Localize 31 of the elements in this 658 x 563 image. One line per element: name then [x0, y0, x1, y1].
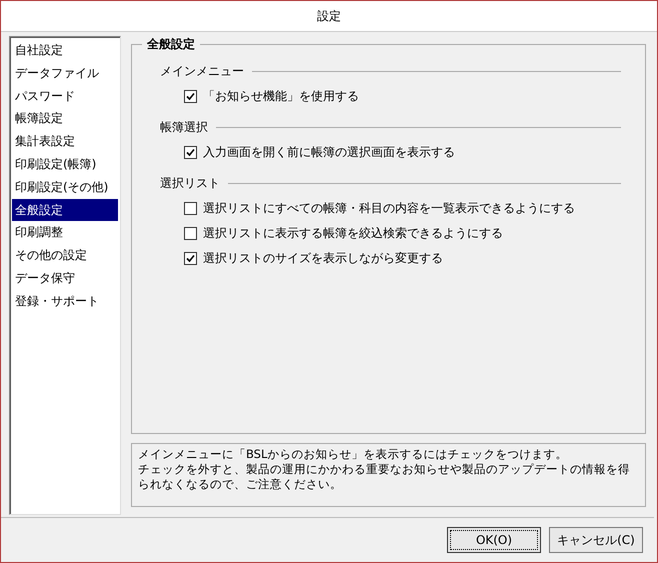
- sidebar-item[interactable]: 登録・サポート: [12, 290, 118, 313]
- dialog-button[interactable]: OK(O): [447, 527, 541, 553]
- sidebar-item[interactable]: 自社設定: [12, 39, 118, 62]
- help-text: メインメニューに「BSLからのお知らせ」を表示するにはチェックをつけます。: [138, 447, 568, 462]
- sidebar-item[interactable]: 印刷設定(帳簿): [12, 152, 118, 176]
- checkbox-label: 「お知らせ機能」を使用する: [203, 88, 359, 105]
- sidebar-item[interactable]: 帳簿設定: [12, 107, 118, 130]
- checkbox-label: 選択リストに表示する帳簿を絞込検索できるようにする: [203, 225, 503, 242]
- checkbox[interactable]: [184, 146, 197, 159]
- sidebar-item[interactable]: 印刷設定(その他): [12, 176, 118, 199]
- checkbox-label: 選択リストのサイズを表示しながら変更する: [203, 250, 443, 267]
- checkbox[interactable]: [184, 202, 197, 215]
- sidebar-item[interactable]: その他の設定: [12, 244, 118, 267]
- checkbox-label: 入力画面を開く前に帳簿の選択画面を表示する: [203, 144, 455, 161]
- section-heading: 選択リスト: [160, 175, 220, 192]
- section-heading: メインメニュー: [160, 63, 244, 80]
- sidebar-item[interactable]: 全般設定: [12, 198, 118, 222]
- dialog-button[interactable]: キャンセル(C): [549, 527, 643, 553]
- checkbox[interactable]: [184, 90, 197, 103]
- window-title: 設定: [317, 8, 341, 24]
- help-text: チェックを外すと、製品の運用にかかわる重要なお知らせや製品のアップデートの情報を得られなくなるので、ご注意ください。: [138, 462, 631, 492]
- sidebar-item[interactable]: データ保守: [12, 266, 118, 290]
- checkbox[interactable]: [184, 252, 197, 265]
- panel-title: 全般設定: [142, 36, 200, 53]
- checkbox[interactable]: [184, 227, 197, 240]
- checkbox-label: 選択リストにすべての帳簿・科目の内容を一覧表示できるようにする: [203, 200, 575, 217]
- section-heading: 帳簿選択: [160, 119, 208, 136]
- sidebar-item[interactable]: データファイル: [12, 62, 118, 85]
- sidebar-item[interactable]: 集計表設定: [12, 130, 118, 153]
- sidebar-item[interactable]: 印刷調整: [12, 221, 118, 244]
- sidebar-item[interactable]: パスワード: [12, 84, 118, 108]
